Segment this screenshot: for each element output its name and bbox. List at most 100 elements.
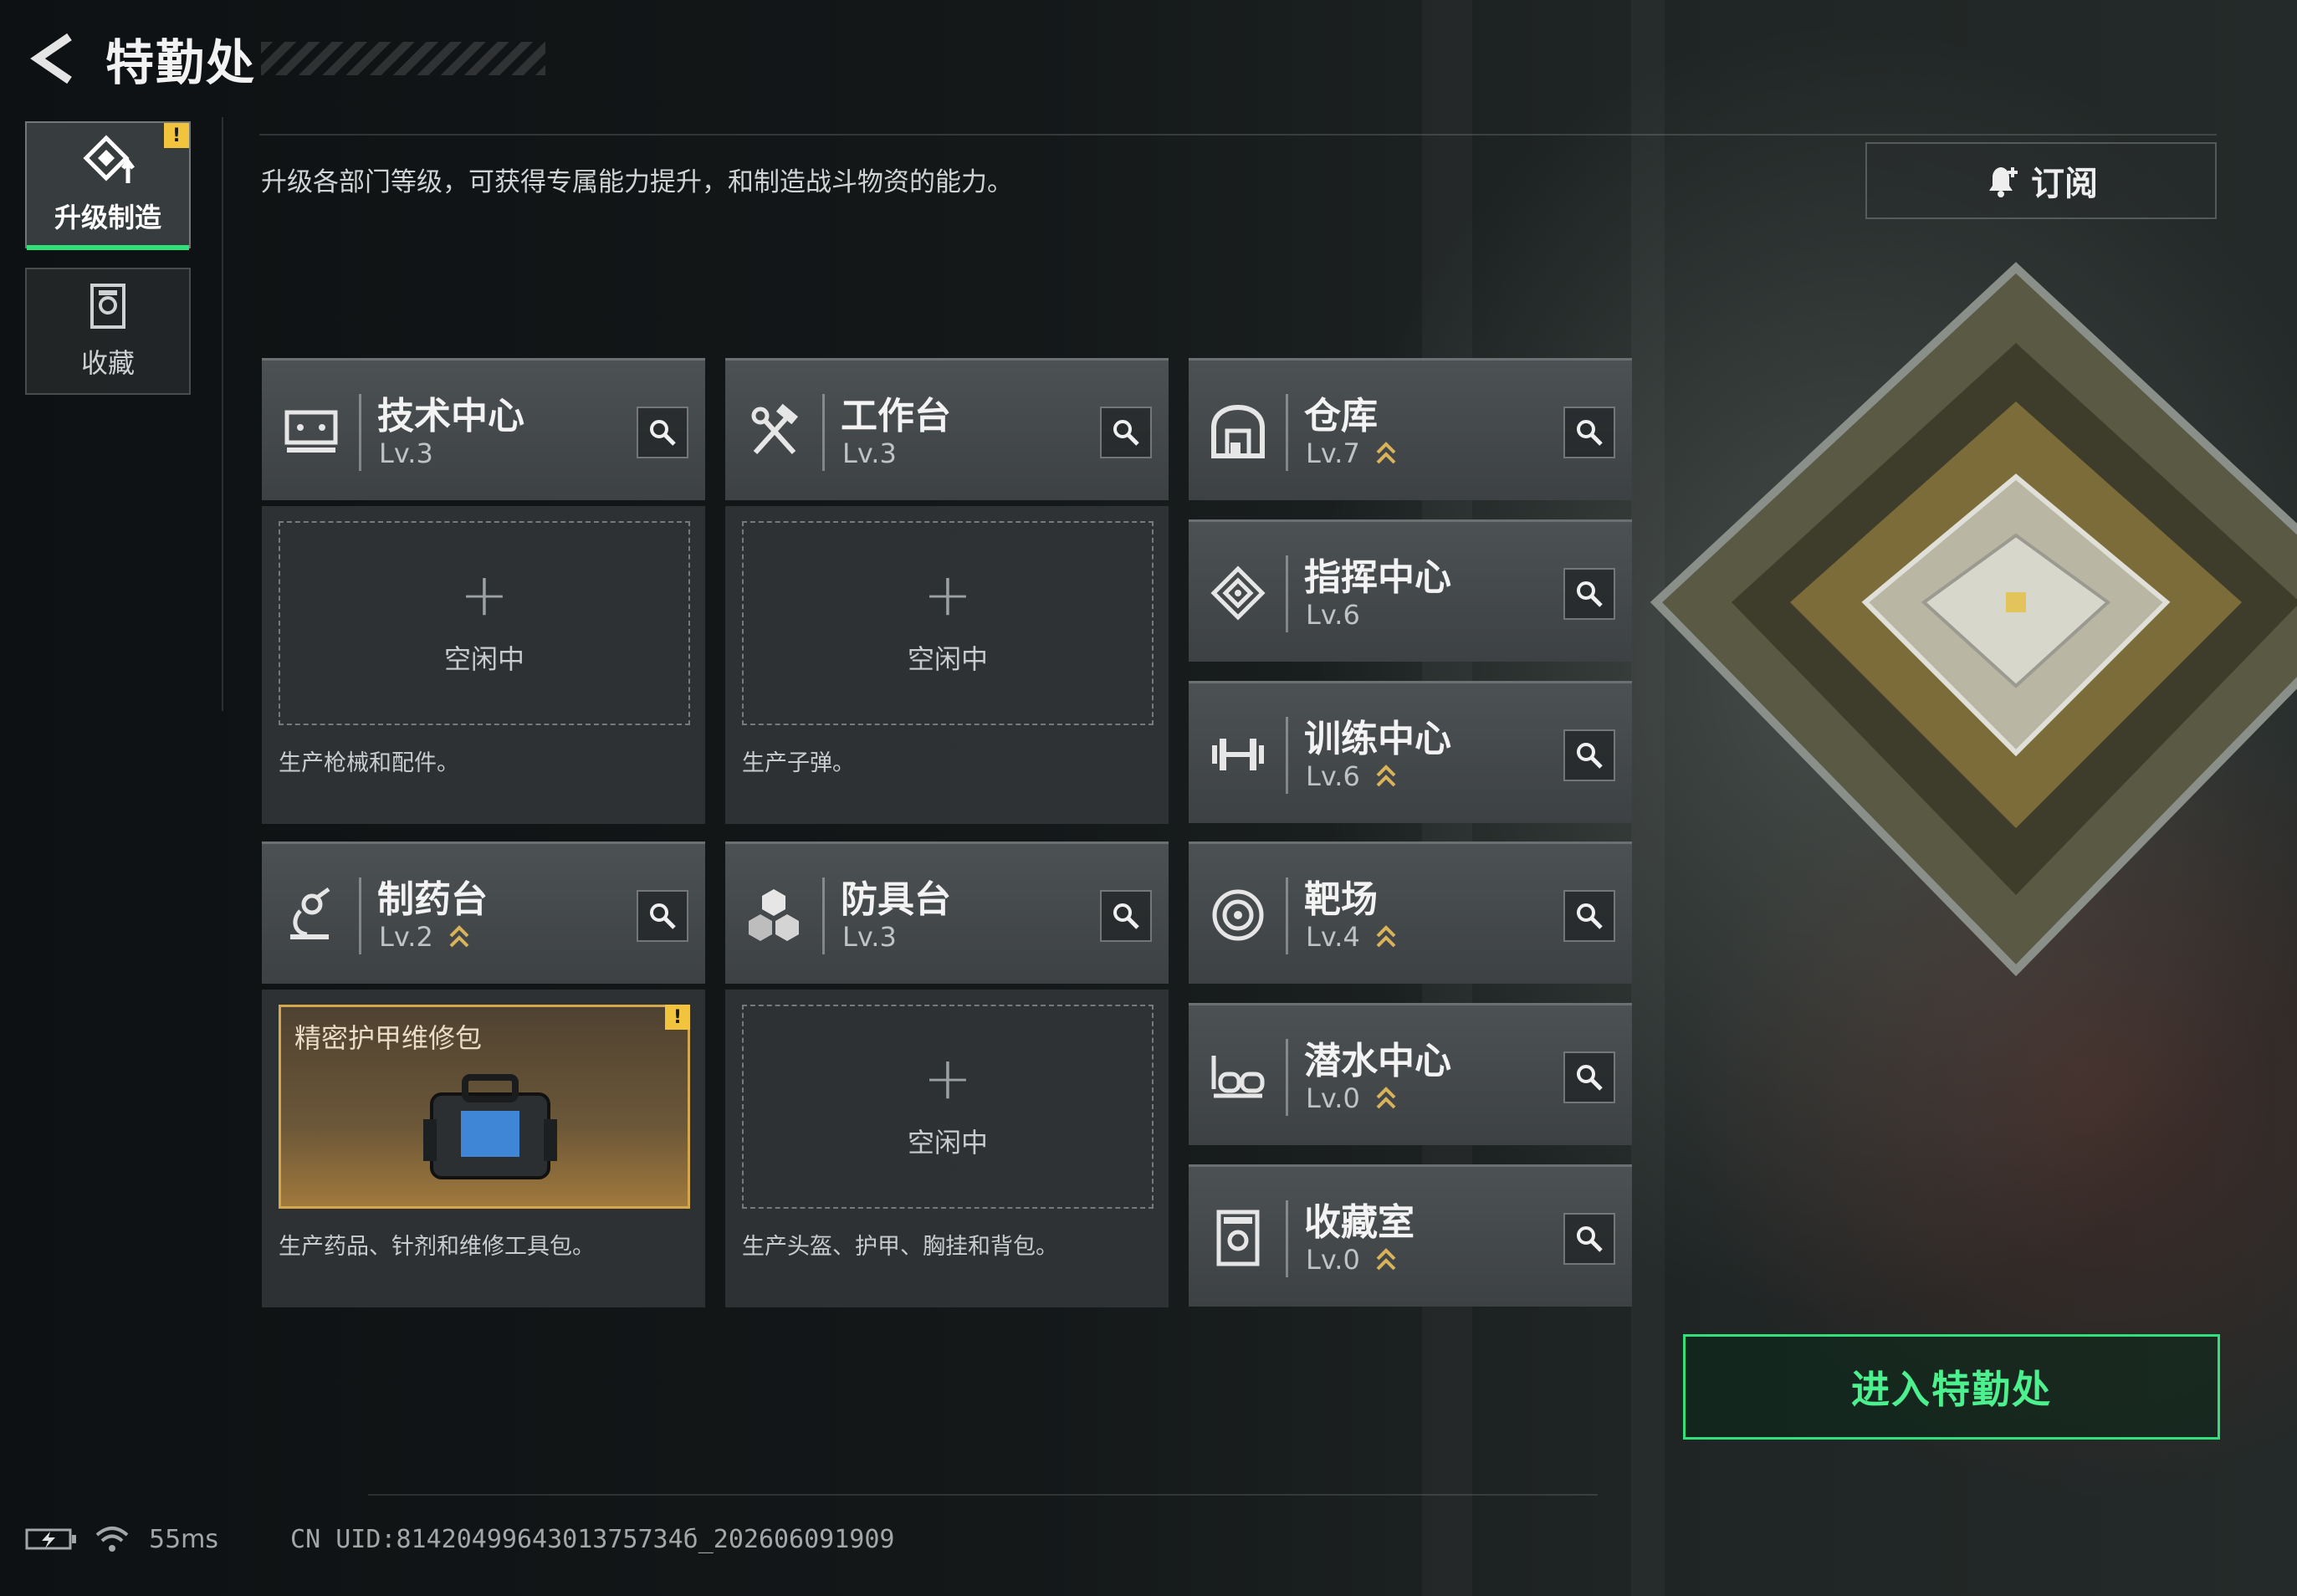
cubes-icon bbox=[749, 889, 799, 941]
facility-card-warehouse[interactable]: 仓库 Lv.7 bbox=[1189, 358, 1632, 500]
inspect-button[interactable] bbox=[1563, 407, 1615, 458]
enter-button-label: 进入特勤处 bbox=[1851, 1367, 2052, 1412]
card-separator bbox=[1286, 394, 1288, 471]
alert-badge: ! bbox=[665, 1005, 690, 1030]
card-separator bbox=[1286, 555, 1288, 632]
facility-name: 防具台 bbox=[841, 878, 951, 921]
upgrade-arrow-icon bbox=[1376, 925, 1396, 948]
nav-tab-upgrade-craft[interactable]: 升级制造 ! bbox=[25, 121, 191, 250]
facility-level: Lv.3 bbox=[842, 921, 897, 953]
search-icon bbox=[1577, 903, 1603, 929]
production-description: 生产子弹。 bbox=[742, 750, 855, 776]
facility-card-workbench[interactable]: 工作台 Lv.3 bbox=[725, 358, 1169, 500]
bottom-guide-line bbox=[368, 1494, 1598, 1496]
production-slot-empty[interactable]: + 空闲中 bbox=[742, 1005, 1154, 1209]
inspect-button[interactable] bbox=[637, 407, 688, 458]
upgrade-arrow-icon bbox=[1376, 1087, 1396, 1109]
facility-name: 制药台 bbox=[377, 878, 488, 921]
microscope-icon bbox=[290, 887, 330, 939]
search-icon bbox=[1577, 420, 1603, 446]
facility-level: Lv.3 bbox=[842, 437, 897, 469]
facility-cube-artwork bbox=[1650, 262, 2297, 977]
back-arrow-icon bbox=[30, 33, 72, 84]
upgrade-craft-icon bbox=[83, 135, 135, 183]
add-icon: + bbox=[459, 560, 509, 629]
search-icon bbox=[650, 420, 676, 446]
facility-card-tech-center[interactable]: 技术中心 Lv.3 bbox=[262, 358, 705, 500]
card-separator bbox=[1286, 717, 1288, 794]
card-separator bbox=[822, 394, 825, 471]
target-icon bbox=[1212, 889, 1264, 941]
facility-card-command-center[interactable]: 指挥中心 Lv.6 bbox=[1189, 519, 1632, 662]
alert-badge: ! bbox=[164, 123, 189, 148]
production-description: 生产头盔、护甲、胸挂和背包。 bbox=[742, 1234, 1058, 1260]
facility-card-diving-center[interactable]: 潜水中心 Lv.0 bbox=[1189, 1003, 1632, 1145]
production-panel-tech-center: + 空闲中 生产枪械和配件。 bbox=[262, 506, 705, 824]
upgrade-arrow-icon bbox=[1376, 1248, 1396, 1271]
production-description: 生产枪械和配件。 bbox=[279, 750, 459, 776]
card-separator bbox=[1286, 877, 1288, 954]
facility-level: Lv.6 bbox=[1306, 599, 1360, 631]
production-slot-active[interactable]: 精密护甲维修包 ! bbox=[279, 1005, 690, 1209]
facility-card-pharmacy[interactable]: 制药台 Lv.2 bbox=[262, 841, 705, 984]
dumbbell-icon bbox=[1212, 739, 1264, 770]
facility-card-training-center[interactable]: 训练中心 Lv.6 bbox=[1189, 681, 1632, 823]
facility-name: 工作台 bbox=[841, 395, 951, 437]
facility-level: Lv.0 bbox=[1306, 1082, 1360, 1114]
card-separator bbox=[1286, 1200, 1288, 1277]
inspect-button[interactable] bbox=[1100, 890, 1152, 942]
bell-plus-icon bbox=[1989, 167, 2018, 197]
search-icon bbox=[650, 903, 676, 929]
inspect-button[interactable] bbox=[637, 890, 688, 942]
card-separator bbox=[359, 394, 361, 471]
warehouse-icon bbox=[1211, 404, 1265, 458]
facility-card-armor-bench[interactable]: 防具台 Lv.3 bbox=[725, 841, 1169, 984]
facility-level: Lv.3 bbox=[379, 437, 433, 469]
facility-card-collection-room[interactable]: 收藏室 Lv.0 bbox=[1189, 1164, 1632, 1307]
page-header: 特勤处 bbox=[23, 25, 546, 92]
upgrade-arrow-icon bbox=[1376, 442, 1396, 464]
top-divider bbox=[259, 134, 2217, 136]
enter-special-ops-button[interactable]: 进入特勤处 bbox=[1683, 1334, 2220, 1440]
production-slot-empty[interactable]: + 空闲中 bbox=[742, 521, 1154, 725]
slot-status: 空闲中 bbox=[907, 1127, 988, 1159]
subscribe-label: 订阅 bbox=[2031, 165, 2098, 203]
back-button[interactable] bbox=[23, 25, 82, 92]
facility-card-shooting-range[interactable]: 靶场 Lv.4 bbox=[1189, 841, 1632, 984]
upgrade-arrow-icon bbox=[449, 925, 469, 948]
production-panel-pharmacy: 精密护甲维修包 ! 生产药品、针剂和维修工具包。 bbox=[262, 990, 705, 1307]
add-icon: + bbox=[923, 560, 973, 629]
nav-tab-collection[interactable]: 收藏 bbox=[25, 268, 191, 395]
inspect-button[interactable] bbox=[1563, 1051, 1615, 1103]
search-icon bbox=[1113, 420, 1139, 446]
facility-name: 仓库 bbox=[1304, 395, 1378, 437]
inspect-button[interactable] bbox=[1563, 1213, 1615, 1265]
upgrade-arrow-icon bbox=[1376, 765, 1396, 787]
search-icon bbox=[1577, 1065, 1603, 1091]
inspect-button[interactable] bbox=[1563, 890, 1615, 942]
facility-level: Lv.0 bbox=[1306, 1244, 1360, 1276]
production-description: 生产药品、针剂和维修工具包。 bbox=[279, 1234, 595, 1260]
status-bar: 55ms CN UID:8142049964301375734б_2026060… bbox=[25, 1522, 895, 1556]
production-panel-workbench: + 空闲中 生产子弹。 bbox=[725, 506, 1169, 824]
subscribe-button[interactable]: 订阅 bbox=[1865, 142, 2217, 219]
inspect-button[interactable] bbox=[1563, 568, 1615, 620]
network-latency: 55ms bbox=[149, 1524, 219, 1554]
inspect-button[interactable] bbox=[1100, 407, 1152, 458]
production-slot-empty[interactable]: + 空闲中 bbox=[279, 521, 690, 725]
facility-level: Lv.7 bbox=[1306, 437, 1360, 469]
facility-name: 指挥中心 bbox=[1304, 556, 1451, 599]
production-panel-armor-bench: + 空闲中 生产头盔、护甲、胸挂和背包。 bbox=[725, 990, 1169, 1307]
facility-level: Lv.6 bbox=[1306, 760, 1360, 792]
card-separator bbox=[1286, 1039, 1288, 1116]
nav-tab-label: 收藏 bbox=[80, 347, 135, 379]
inspect-button[interactable] bbox=[1563, 729, 1615, 781]
facility-name: 潜水中心 bbox=[1304, 1040, 1451, 1082]
facility-name: 收藏室 bbox=[1304, 1201, 1415, 1244]
page-description: 升级各部门等级，可获得专属能力提升，和制造战斗物资的能力。 bbox=[261, 167, 1013, 197]
facility-name: 靶场 bbox=[1304, 878, 1378, 921]
card-separator bbox=[822, 877, 825, 954]
header-decoration bbox=[261, 42, 546, 75]
facility-name: 技术中心 bbox=[377, 395, 524, 437]
search-icon bbox=[1113, 903, 1139, 929]
